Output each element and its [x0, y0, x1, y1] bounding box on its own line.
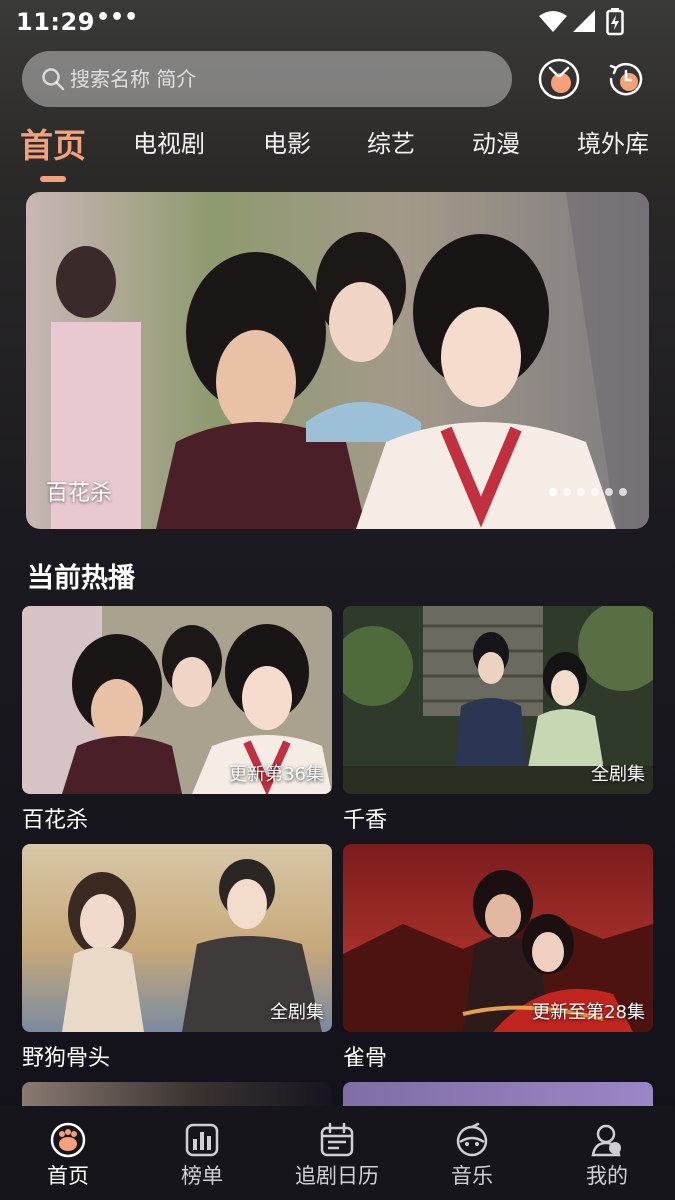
nav-label: 音乐 [451, 1164, 493, 1188]
episode-badge: 更新第36集 [229, 764, 324, 785]
tab-home[interactable]: 首页 [20, 119, 86, 167]
drama-card[interactable]: 更新第36集 百花杀 [22, 606, 332, 834]
drama-poster: 更新至第28集 [343, 844, 653, 1032]
drama-poster: 更新第36集 [22, 606, 332, 794]
battery-icon [606, 8, 624, 36]
hero-banner[interactable]: 百花杀 [26, 192, 649, 529]
history-icon[interactable] [603, 56, 649, 102]
tab-anime[interactable]: 动漫 [472, 124, 520, 159]
music-icon [456, 1122, 488, 1157]
search-input[interactable] [70, 67, 470, 91]
status-bar: 11:29 ••• [0, 0, 675, 46]
drama-card[interactable]: 更新至第28集 雀骨 [343, 844, 653, 1072]
nav-label: 首页 [47, 1164, 89, 1188]
nav-label: 追剧日历 [295, 1164, 379, 1188]
pagination-dot [577, 488, 585, 496]
drama-card[interactable]: 全剧集 千香 [343, 606, 653, 834]
search-icon [42, 68, 65, 91]
pagination-dot [549, 488, 557, 496]
search-bar[interactable] [22, 51, 512, 107]
drama-title: 百花杀 [22, 808, 89, 833]
pagination-dot [591, 488, 599, 496]
nav-label: 我的 [586, 1164, 628, 1188]
drama-card-partial[interactable] [22, 1082, 332, 1106]
nav-rankings[interactable]: 榜单 [142, 1122, 262, 1190]
drama-title: 千香 [343, 808, 388, 833]
drama-title: 野狗骨头 [22, 1046, 111, 1071]
section-title: 当前热播 [27, 563, 135, 594]
profile-icon [591, 1124, 621, 1157]
signal-icon [573, 10, 595, 32]
tab-tv-series[interactable]: 电视剧 [133, 124, 205, 159]
banner-pagination [549, 488, 627, 496]
tab-movies[interactable]: 电影 [263, 124, 311, 159]
episode-badge: 更新至第28集 [532, 1002, 645, 1023]
episode-badge: 全剧集 [270, 1002, 324, 1023]
nav-music[interactable]: 音乐 [412, 1122, 532, 1190]
drama-poster: 全剧集 [22, 844, 332, 1032]
nav-home[interactable]: 首页 [8, 1122, 128, 1190]
bottom-navigation: 首页 榜单 追剧日历 音乐 我的 [0, 1106, 675, 1200]
drama-card-partial[interactable] [343, 1082, 653, 1106]
sync-icon[interactable] [536, 56, 582, 102]
wifi-icon [539, 11, 567, 32]
banner-image [26, 192, 649, 529]
banner-title: 百花杀 [46, 481, 113, 506]
nav-profile[interactable]: 我的 [547, 1122, 667, 1190]
chart-icon [185, 1123, 219, 1157]
pagination-dot [563, 488, 571, 496]
home-icon [50, 1122, 86, 1158]
nav-calendar[interactable]: 追剧日历 [277, 1122, 397, 1190]
notification-dots: ••• [96, 5, 139, 30]
tab-overseas[interactable]: 境外库 [577, 124, 649, 159]
episode-badge: 全剧集 [591, 764, 645, 785]
drama-poster: 全剧集 [343, 606, 653, 794]
tab-variety[interactable]: 综艺 [367, 124, 415, 159]
category-tabs: 首页 电视剧 电影 综艺 动漫 境外库 [0, 124, 675, 184]
drama-title: 雀骨 [343, 1046, 388, 1071]
calendar-icon [320, 1122, 354, 1157]
status-time: 11:29 [16, 8, 95, 36]
pagination-dot [619, 488, 627, 496]
drama-card[interactable]: 全剧集 野狗骨头 [22, 844, 332, 1072]
active-tab-indicator [40, 176, 66, 182]
pagination-dot [605, 488, 613, 496]
nav-label: 榜单 [181, 1164, 223, 1188]
